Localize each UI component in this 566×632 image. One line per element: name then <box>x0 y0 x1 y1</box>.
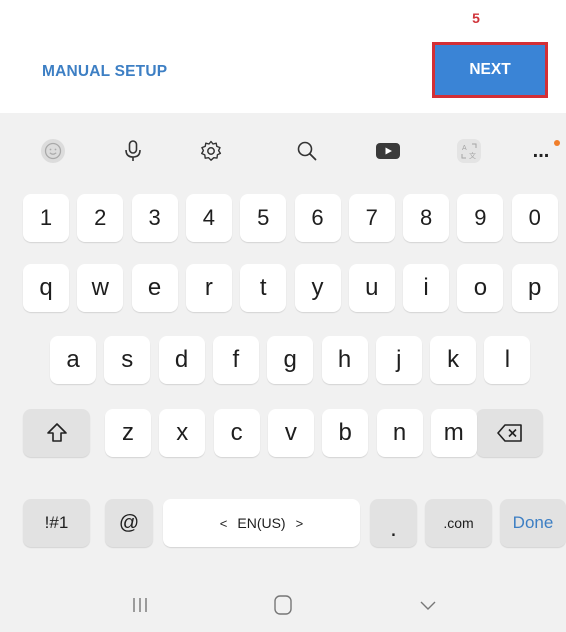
svg-text:A: A <box>462 145 467 152</box>
letter-key-r[interactable]: r <box>185 264 232 312</box>
letter-key-u[interactable]: u <box>348 264 395 312</box>
letter-key-s[interactable]: s <box>104 336 151 384</box>
letter-key-q[interactable]: q <box>23 264 69 312</box>
shift-icon <box>46 423 67 442</box>
letter-key-p[interactable]: p <box>511 264 558 312</box>
language-left-icon: < <box>219 515 228 531</box>
done-key[interactable]: Done <box>500 499 566 547</box>
setup-header: 5 MANUAL SETUP NEXT <box>0 0 566 113</box>
number-key-0[interactable]: 0 <box>511 194 558 242</box>
step-number-annotation: 5 <box>472 10 480 26</box>
letter-key-v[interactable]: v <box>267 409 314 457</box>
letter-key-g[interactable]: g <box>267 336 314 384</box>
letter-key-d[interactable]: d <box>158 336 205 384</box>
search-icon[interactable] <box>290 134 324 168</box>
number-key-8[interactable]: 8 <box>403 194 450 242</box>
home-icon[interactable] <box>263 591 303 619</box>
letter-key-m[interactable]: m <box>430 409 477 457</box>
letter-key-w[interactable]: w <box>77 264 124 312</box>
number-key-7[interactable]: 7 <box>348 194 395 242</box>
keyboard-toolbar: A文 ... <box>0 123 566 183</box>
letter-key-o[interactable]: o <box>457 264 504 312</box>
backspace-key[interactable] <box>476 409 543 457</box>
recent-apps-icon[interactable] <box>120 591 160 619</box>
manual-setup-link[interactable]: MANUAL SETUP <box>42 63 167 81</box>
letter-key-e[interactable]: e <box>131 264 178 312</box>
back-icon[interactable] <box>408 591 448 619</box>
letter-key-z[interactable]: z <box>105 409 151 457</box>
microphone-icon[interactable] <box>116 134 150 168</box>
number-key-9[interactable]: 9 <box>457 194 504 242</box>
number-key-2[interactable]: 2 <box>77 194 124 242</box>
letter-key-f[interactable]: f <box>212 336 259 384</box>
dotcom-key[interactable]: .com <box>425 499 492 547</box>
number-key-4[interactable]: 4 <box>185 194 232 242</box>
letter-key-c[interactable]: c <box>213 409 260 457</box>
letter-key-a[interactable]: a <box>50 336 96 384</box>
on-screen-keyboard: A文 ... 1234567890 qwertyuiop asdfghjkl z… <box>0 113 566 632</box>
at-key[interactable]: @ <box>105 499 153 547</box>
letter-key-j[interactable]: j <box>375 336 422 384</box>
letter-key-b[interactable]: b <box>322 409 369 457</box>
symbols-key[interactable]: !#1 <box>23 499 90 547</box>
number-key-5[interactable]: 5 <box>240 194 287 242</box>
next-button[interactable]: NEXT <box>432 42 548 98</box>
more-icon[interactable]: ... <box>524 134 558 168</box>
system-navigation-bar <box>0 577 566 632</box>
settings-icon[interactable] <box>194 134 228 168</box>
letter-key-t[interactable]: t <box>240 264 287 312</box>
notification-dot <box>554 140 560 146</box>
translate-icon[interactable]: A文 <box>452 134 486 168</box>
letter-key-l[interactable]: l <box>484 336 531 384</box>
emoji-icon[interactable] <box>36 134 70 168</box>
shift-key[interactable] <box>23 409 90 457</box>
letter-key-k[interactable]: k <box>430 336 477 384</box>
number-key-1[interactable]: 1 <box>23 194 69 242</box>
language-label: EN(US) <box>237 515 286 531</box>
letter-key-n[interactable]: n <box>376 409 423 457</box>
youtube-icon[interactable] <box>371 134 405 168</box>
number-key-3[interactable]: 3 <box>131 194 178 242</box>
period-key[interactable]: . <box>370 499 417 547</box>
number-key-6[interactable]: 6 <box>294 194 341 242</box>
backspace-icon <box>496 424 522 442</box>
space-bar-language-key[interactable]: < EN(US) > <box>163 499 360 547</box>
letter-key-h[interactable]: h <box>321 336 368 384</box>
letter-key-i[interactable]: i <box>403 264 450 312</box>
letter-key-y[interactable]: y <box>294 264 341 312</box>
letter-key-x[interactable]: x <box>159 409 206 457</box>
svg-text:文: 文 <box>469 151 476 160</box>
language-right-icon: > <box>295 515 304 531</box>
